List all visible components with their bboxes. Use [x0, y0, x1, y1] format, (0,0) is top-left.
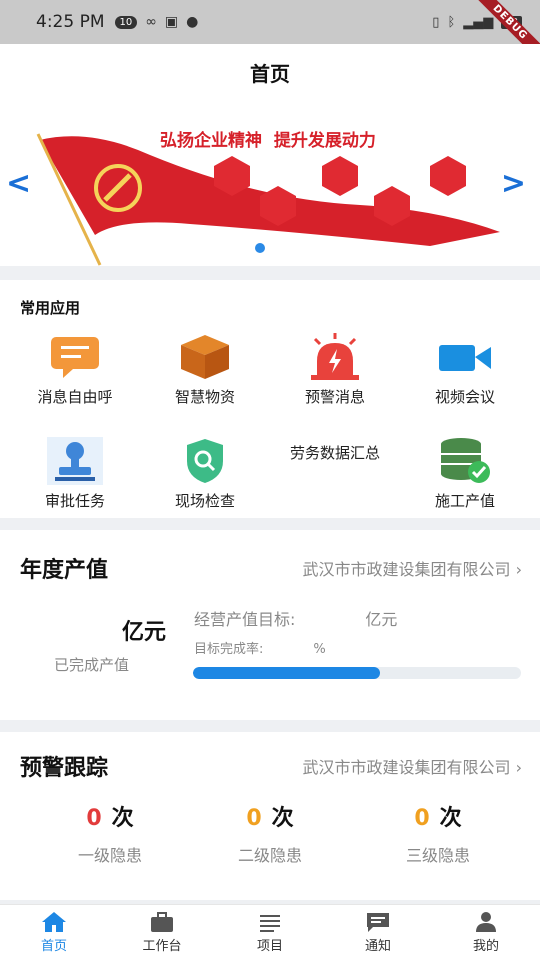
- tab-label: 工作台: [142, 939, 182, 954]
- tab-notifications[interactable]: 通知: [324, 905, 432, 960]
- app-label: 消息自由呼: [37, 388, 113, 406]
- warning-level-2[interactable]: 0次 二级隐患: [190, 800, 350, 866]
- rate-unit: %: [313, 642, 326, 657]
- warning-count: 0: [414, 806, 430, 831]
- app-label: 施工产值: [434, 492, 495, 510]
- home-icon: [42, 912, 66, 932]
- app-label: 视频会议: [434, 388, 495, 406]
- carousel-next-button[interactable]: >: [501, 166, 526, 201]
- completed-output-label: 已完成产值: [54, 656, 130, 674]
- app-label: 预警消息: [304, 388, 365, 406]
- chat-bubble-icon: ●: [186, 14, 199, 30]
- app-site-inspection[interactable]: 现场检查: [140, 436, 270, 511]
- common-apps-section: 常用应用 消息自由呼 智慧物资 预警消息 视频会议 审批任务 现场检查 劳务数据…: [0, 280, 540, 518]
- section-title: 常用应用: [20, 299, 81, 317]
- warning-level-3[interactable]: 0次 三级隐患: [358, 800, 518, 866]
- app-bar: 首页: [0, 44, 540, 100]
- alarm-icon: [307, 332, 363, 382]
- warning-label: 一级隐患: [77, 846, 142, 865]
- vibrate-icon: ▯: [432, 14, 440, 30]
- company-name: 武汉市市政建设集团有限公司: [302, 758, 511, 777]
- target-label: 经营产值目标:: [194, 610, 296, 629]
- company-selector[interactable]: 武汉市市政建设集团有限公司 ›: [302, 754, 522, 778]
- tab-profile[interactable]: 我的: [432, 905, 540, 960]
- tab-projects[interactable]: 项目: [216, 905, 324, 960]
- output-unit: 亿元: [122, 620, 167, 645]
- warning-label: 三级隐患: [405, 846, 470, 865]
- android-icon: ▣: [164, 14, 179, 30]
- tab-label: 首页: [40, 939, 67, 954]
- target-row: 经营产值目标: 亿元: [194, 606, 397, 630]
- warning-count: 0: [86, 806, 102, 831]
- list-icon: [260, 915, 280, 932]
- signal-icon: ▂▄▆: [463, 14, 494, 30]
- chevron-right-icon: ›: [515, 560, 522, 579]
- app-label: 现场检查: [174, 492, 235, 510]
- warning-tracking-card: 预警跟踪 武汉市市政建设集团有限公司 › 0次 一级隐患 0次 二级隐患 0次 …: [0, 732, 540, 900]
- notification-count-badge: 10: [114, 15, 138, 29]
- warning-unit: 次: [439, 806, 462, 831]
- briefcase-icon: [151, 912, 173, 932]
- app-message-call[interactable]: 消息自由呼: [10, 332, 140, 407]
- person-icon: [476, 912, 496, 932]
- message-icon: [47, 332, 103, 382]
- app-label: 劳务数据汇总: [289, 444, 380, 462]
- chevron-right-icon: ›: [515, 758, 522, 777]
- company-name: 武汉市市政建设集团有限公司: [302, 560, 511, 579]
- tab-label: 我的: [472, 939, 499, 954]
- warning-level-1[interactable]: 0次 一级隐患: [30, 800, 190, 866]
- company-selector[interactable]: 武汉市市政建设集团有限公司 ›: [302, 556, 522, 580]
- app-label: 智慧物资: [174, 388, 235, 406]
- card-title: 年度产值: [20, 558, 109, 583]
- target-unit: 亿元: [365, 610, 398, 629]
- app-smart-materials[interactable]: 智慧物资: [140, 332, 270, 407]
- annual-output-card: 年度产值 武汉市市政建设集团有限公司 › 亿元 已完成产值 经营产值目标: 亿元 …: [0, 530, 540, 720]
- completion-progress-bar: [193, 667, 521, 679]
- tab-home[interactable]: 首页: [0, 905, 108, 960]
- rate-row: 目标完成率:%: [194, 638, 326, 657]
- tab-workbench[interactable]: 工作台: [108, 905, 216, 960]
- app-warning-messages[interactable]: 预警消息: [270, 332, 400, 407]
- status-time: 4:25 PM: [36, 12, 105, 32]
- warning-unit: 次: [271, 806, 294, 831]
- app-label: 审批任务: [44, 492, 105, 510]
- tab-label: 项目: [256, 939, 283, 954]
- carousel-indicator-dot: [255, 243, 265, 253]
- box-icon: [177, 332, 233, 382]
- chat-icon: [367, 913, 389, 932]
- status-bar: 4:25 PM 10 ∞ ▣ ● ▯ ᛒ ▂▄▆ 58 DEBUG: [0, 0, 540, 70]
- app-construction-output[interactable]: 施工产值: [400, 436, 530, 511]
- link-icon: ∞: [145, 14, 157, 30]
- card-title: 预警跟踪: [20, 756, 109, 781]
- app-approval-tasks[interactable]: 审批任务: [10, 436, 140, 511]
- banner-carousel[interactable]: 弘扬企业精神 提升发展动力 < >: [0, 100, 540, 266]
- stamp-icon: [47, 436, 103, 486]
- rate-label: 目标完成率:: [194, 642, 264, 657]
- video-icon: [437, 332, 493, 382]
- database-check-icon: [437, 436, 493, 486]
- warning-count: 0: [246, 806, 262, 831]
- carousel-prev-button[interactable]: <: [6, 166, 31, 201]
- warning-label: 二级隐患: [237, 846, 302, 865]
- bottom-tab-bar: 首页 工作台 项目 通知 我的: [0, 904, 540, 960]
- banner-slogan: 弘扬企业精神 提升发展动力: [160, 131, 376, 151]
- page-title: 首页: [250, 61, 290, 86]
- app-labor-data[interactable]: 劳务数据汇总: [270, 442, 400, 463]
- warning-unit: 次: [111, 806, 134, 831]
- shield-search-icon: [177, 436, 233, 486]
- app-video-meeting[interactable]: 视频会议: [400, 332, 530, 407]
- bluetooth-icon: ᛒ: [447, 14, 456, 30]
- tab-label: 通知: [364, 939, 391, 954]
- banner-image: [36, 133, 500, 266]
